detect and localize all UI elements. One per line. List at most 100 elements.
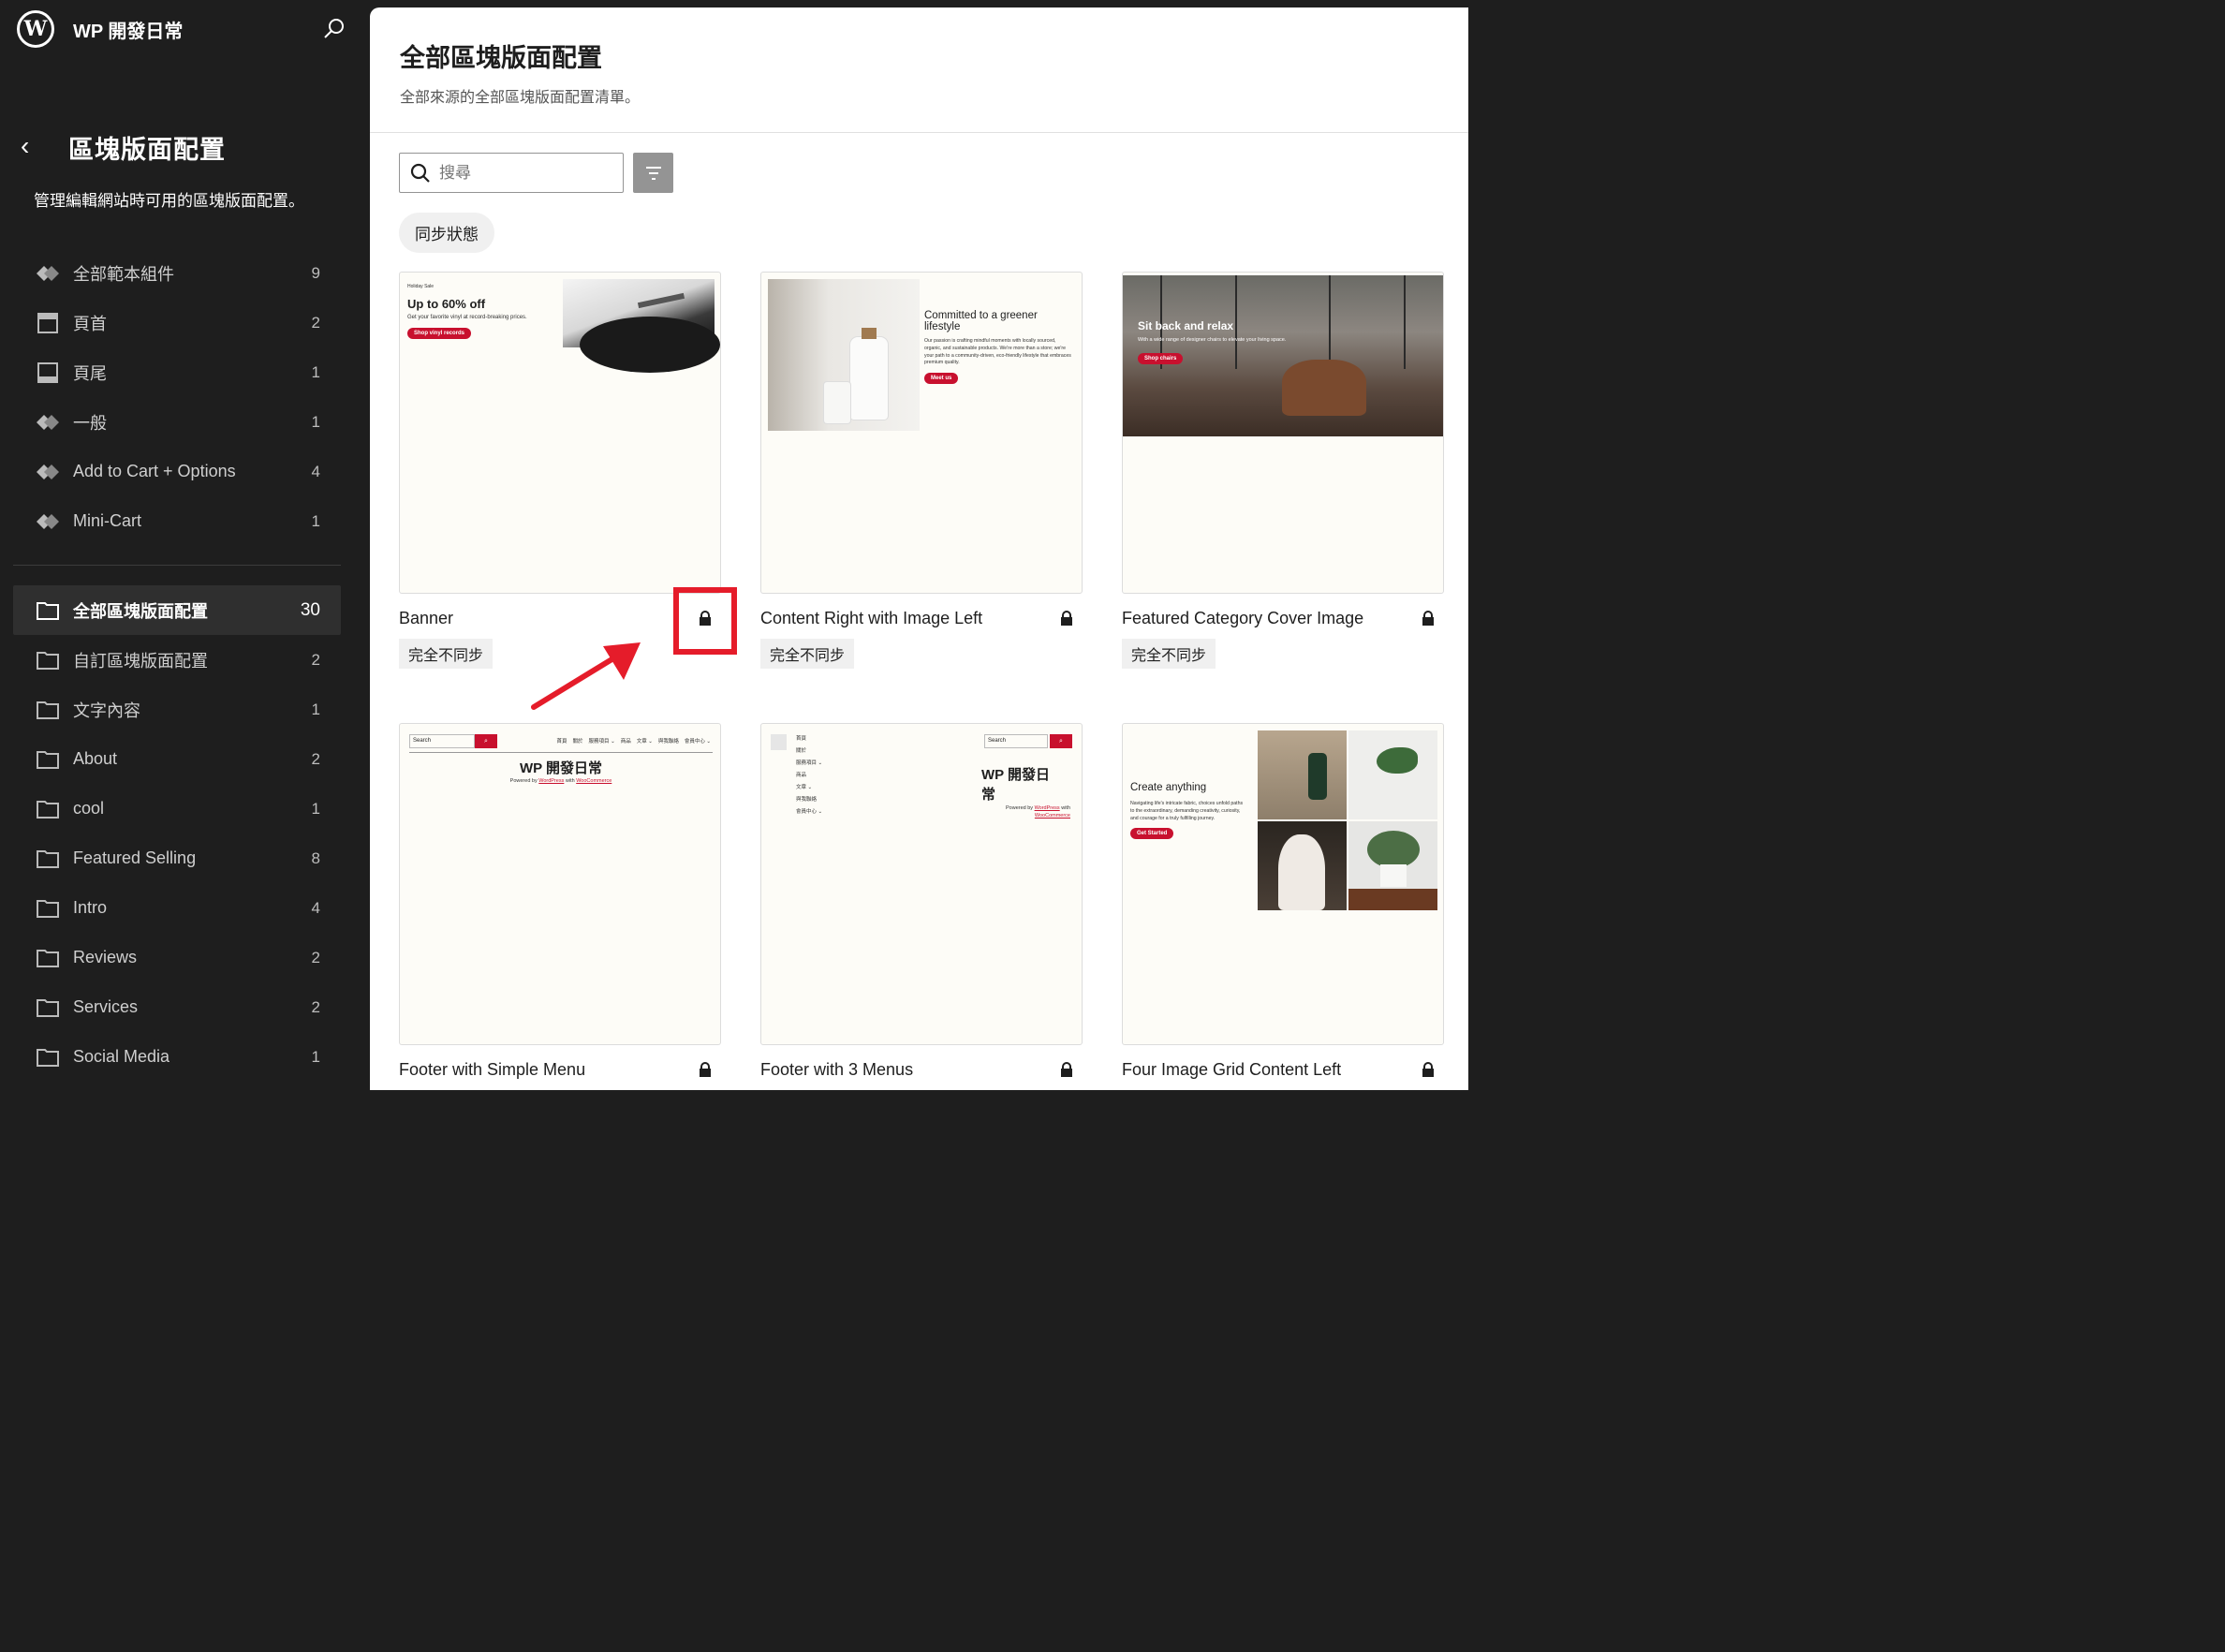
sidebar-item-label: 自訂區塊版面配置 [73,651,208,671]
page-description: 全部來源的全部區塊版面配置清單。 [400,90,641,106]
preview-menu-item: 服務項目 ⌄ [796,760,823,766]
preview-button: Shop vinyl records [407,327,472,339]
pattern-preview[interactable]: Committed to a greener lifestyle Our pas… [760,272,1083,594]
sidebar-item-count: 2 [311,997,320,1016]
sidebar-item-add-to-cart[interactable]: Add to Cart + Options 4 [13,447,341,496]
preview-search-button: ⌕ [475,734,497,748]
site-name[interactable]: WP 開發日常 [73,16,183,43]
preview-heading: Up to 60% off [407,296,486,311]
preview-menu-item: 商品 [796,773,807,778]
pattern-preview[interactable]: Sit back and relax With a wide range of … [1122,272,1444,594]
page-title: 全部區塊版面配置 [400,44,602,72]
grid-image-white-vase [1258,821,1347,910]
sidebar-item-all-patterns[interactable]: 全部區塊版面配置 30 [13,585,341,635]
sidebar-item-count: 2 [311,749,320,768]
sidebar-item-social-media[interactable]: Social Media 1 [13,1032,341,1082]
search-field[interactable] [399,153,624,193]
sidebar-item-reviews[interactable]: Reviews 2 [13,933,341,982]
preview-heading: Create anything [1130,782,1207,793]
search-icon[interactable] [322,17,346,41]
back-chevron-icon[interactable]: ‹ [21,133,47,161]
sync-status-tag: 完全不同步 [1122,639,1216,669]
preview-site-name: WP 開發日常 [519,760,603,776]
pattern-title: Four Image Grid Content Left [1122,1060,1342,1079]
wordpress-logo-icon[interactable]: W [17,10,54,48]
sidebar-item-cool[interactable]: cool 1 [13,784,341,833]
folder-icon [36,1046,60,1069]
sidebar-item-count: 2 [311,650,320,669]
sidebar-item-count: 2 [311,948,320,966]
preview-powered-wordpress: WordPress [1034,805,1060,811]
lock-icon [1061,611,1072,626]
preview-menu-item: 會員中心 ⌄ [684,739,711,745]
diamond-icon [36,411,60,434]
preview-divider [409,752,713,753]
sidebar-item-intro[interactable]: Intro 4 [13,883,341,933]
preview-menu-item: 文章 ⌄ [796,785,813,790]
pattern-card-footer-3-menus[interactable]: 首頁 關於 服務項目 ⌄ 商品 文章 ⌄ 與我聯絡 會員中心 ⌄ Search … [760,723,1083,1079]
site-brand[interactable]: W WP 開發日常 [17,10,183,48]
preview-menu-item: 與我聯絡 [657,739,679,745]
lock-icon [700,1062,711,1077]
preview-button: Meet us [924,373,959,385]
sidebar-item-count: 2 [311,313,320,332]
sidebar-item-label: Services [73,997,139,1016]
sidebar-item-footer[interactable]: 頁尾 1 [13,347,341,397]
preview-kicker: Holiday Sale [407,284,435,289]
preview-powered-prefix: Powered by [509,778,538,784]
preview-site-name-line: WP 開發日 [981,767,1051,783]
pattern-card-content-right-image-left[interactable]: Committed to a greener lifestyle Our pas… [760,272,1083,669]
pattern-card-footer-simple-menu[interactable]: Search ⌕ 首頁 關於 服務項目 ⌄ 商品 文章 ⌄ 與我聯絡 會員中心 … [399,723,721,1079]
turntable-image [563,279,720,373]
folder-icon [36,798,60,820]
sidebar-item-label: About [73,749,118,768]
sidebar-item-label: Featured Selling [73,848,197,867]
pattern-preview[interactable]: 首頁 關於 服務項目 ⌄ 商品 文章 ⌄ 與我聯絡 會員中心 ⌄ Search … [760,723,1083,1045]
diamond-icon [36,510,60,533]
sidebar-item-label: 頁首 [73,314,107,333]
pattern-card-featured-category-cover[interactable]: Sit back and relax With a wide range of … [1122,272,1444,669]
sidebar-item-services[interactable]: Services 2 [13,982,341,1032]
preview-button: Shop chairs [1138,353,1184,365]
folder-icon [36,897,60,920]
preview-body: Get your favorite vinyl at record-breaki… [407,314,527,320]
preview-menu-item: 商品 [620,739,631,745]
folder-icon [36,649,60,671]
sidebar-divider [13,565,341,566]
sidebar-item-all-template-parts[interactable]: 全部範本組件 9 [13,248,341,298]
sidebar-item-custom-patterns[interactable]: 自訂區塊版面配置 2 [13,635,341,685]
sidebar-item-general[interactable]: 一般 1 [13,397,341,447]
sync-status-filter-chip[interactable]: 同步狀態 [399,213,494,253]
search-icon [410,163,430,183]
sidebar-item-about[interactable]: About 2 [13,734,341,784]
sidebar-item-label: Intro [73,898,108,917]
folder-icon [36,947,60,969]
sidebar-item-header[interactable]: 頁首 2 [13,298,341,347]
lock-icon [1422,1062,1434,1077]
pattern-title: Footer with Simple Menu [399,1060,586,1079]
sidebar-item-label: 全部區塊版面配置 [73,601,208,621]
preview-menu-item: 會員中心 ⌄ [796,809,823,815]
pattern-preview[interactable]: Search ⌕ 首頁 關於 服務項目 ⌄ 商品 文章 ⌄ 與我聯絡 會員中心 … [399,723,721,1045]
sidebar-item-text[interactable]: 文字內容 1 [13,685,341,734]
pattern-preview[interactable]: Create anything Navigating life's intric… [1122,723,1444,1045]
sidebar-item-count: 4 [311,898,320,917]
sidebar-item-featured-selling[interactable]: Featured Selling 8 [13,833,341,883]
filter-button[interactable] [633,153,673,193]
sync-status-tag: 完全不同步 [760,639,855,669]
folder-icon [36,996,60,1019]
preview-menu-item: 與我聯絡 [796,797,818,803]
preview-powered-woocommerce: WooCommerce [576,778,612,784]
sidebar-item-mini-cart[interactable]: Mini-Cart 1 [13,496,341,546]
page-header: 全部區塊版面配置 全部來源的全部區塊版面配置清單。 [370,7,1468,133]
sync-status-tag: 完全不同步 [399,639,494,669]
preview-site-name: WP 開發日 常 [981,765,1070,804]
pattern-card-banner[interactable]: Holiday Sale Up to 60% off Get your favo… [399,272,721,669]
sidebar-title: 區塊版面配置 [68,136,226,164]
diamond-icon [36,461,60,483]
preview-body: Our passion is crafting mindful moments … [924,338,1071,366]
search-input[interactable] [439,163,608,183]
pattern-card-four-image-grid[interactable]: Create anything Navigating life's intric… [1122,723,1444,1079]
pattern-preview[interactable]: Holiday Sale Up to 60% off Get your favo… [399,272,721,594]
preview-menu: 首頁 關於 服務項目 ⌄ 商品 文章 ⌄ 與我聯絡 會員中心 ⌄ [796,733,822,819]
